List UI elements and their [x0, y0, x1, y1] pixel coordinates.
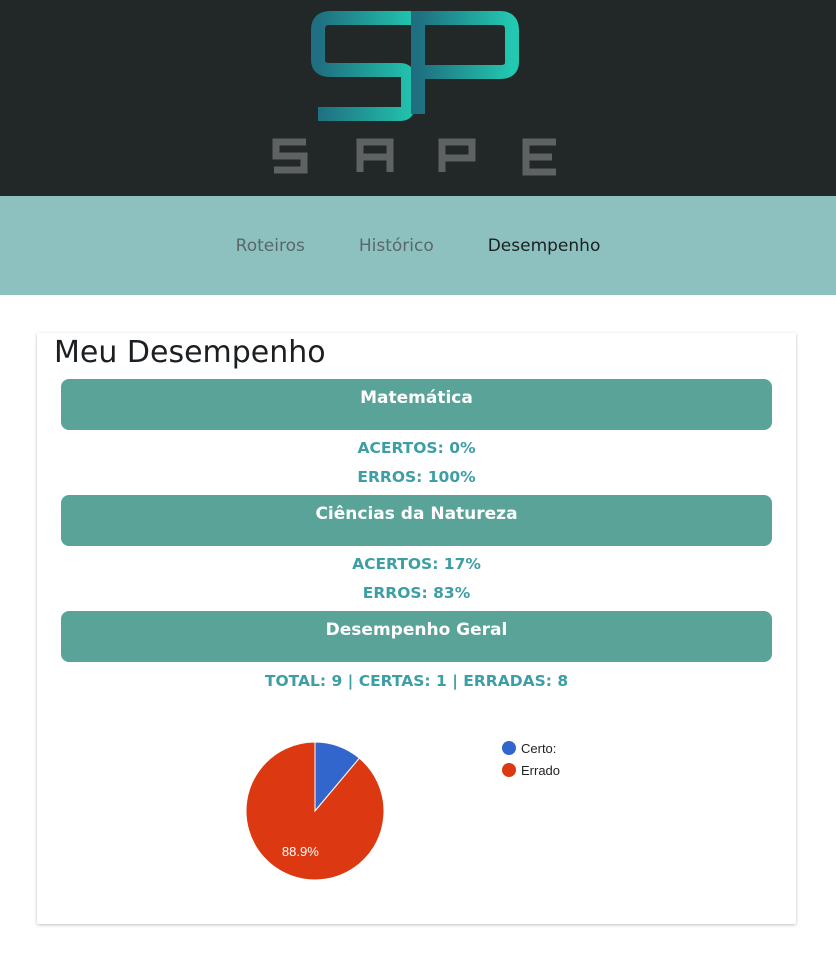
- stat-erros-ciencias: ERROS: 83%: [362, 584, 471, 602]
- page-title: Meu Desempenho: [54, 335, 326, 370]
- legend-label[interactable]: Errado: [521, 763, 560, 778]
- stat-acertos-matematica: ACERTOS: 0%: [357, 439, 476, 457]
- nav-item-desempenho[interactable]: Desempenho: [488, 236, 601, 256]
- main-nav: Roteiros Histórico Desempenho: [0, 196, 836, 295]
- performance-pie-chart: 88.9% Certo: Errado: [245, 741, 560, 881]
- legend-label[interactable]: Certo:: [521, 741, 556, 756]
- site-header: [0, 0, 836, 196]
- legend-marker: [502, 763, 516, 777]
- performance-card: Meu Desempenho Matemática ACERTOS: 0% ER…: [37, 333, 796, 924]
- pie-data-label: 88.9%: [282, 844, 319, 859]
- stat-total-geral: TOTAL: 9 | CERTAS: 1 | ERRADAS: 8: [264, 672, 569, 690]
- sape-logo: [272, 11, 556, 176]
- pie-slice-errado[interactable]: [245, 741, 385, 881]
- stat-erros-matematica: ERROS: 100%: [357, 468, 476, 486]
- subject-header-ciencias: Ciências da Natureza: [61, 495, 772, 546]
- nav-item-historico[interactable]: Histórico: [359, 236, 434, 256]
- subject-header-geral: Desempenho Geral: [61, 611, 772, 662]
- stat-acertos-ciencias: ACERTOS: 17%: [352, 555, 481, 573]
- legend-marker: [502, 741, 516, 755]
- subject-header-matematica: Matemática: [61, 379, 772, 430]
- nav-item-roteiros[interactable]: Roteiros: [236, 236, 305, 256]
